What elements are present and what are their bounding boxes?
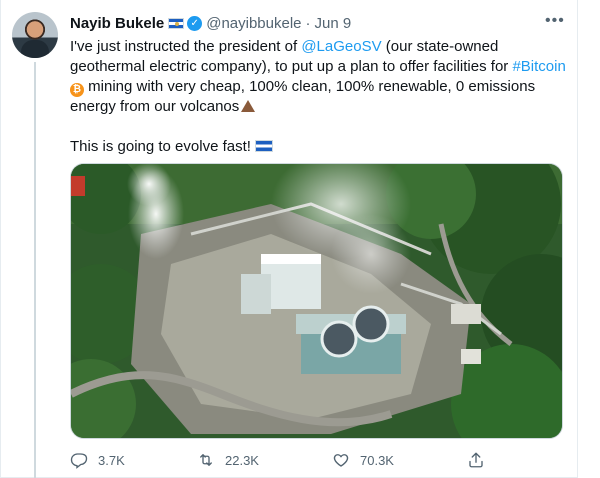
verified-badge-icon: ✓: [187, 15, 203, 31]
mention-link[interactable]: @LaGeoSV: [301, 38, 381, 55]
volcano-icon: [241, 100, 256, 112]
handle[interactable]: @nayibbukele: [206, 15, 301, 32]
tweet-text-part-3: mining with very cheap, 100% clean, 100%…: [70, 78, 536, 115]
geothermal-plant-photo: [71, 164, 562, 438]
share-button[interactable]: [467, 451, 495, 469]
tweet-date[interactable]: Jun 9: [315, 15, 352, 32]
tweet-paragraph-2: This is going to evolve fast!: [70, 137, 570, 157]
retweet-count: 22.3K: [225, 452, 259, 468]
display-name[interactable]: Nayib Bukele: [70, 15, 164, 32]
tweet-paragraph-1: I've just instructed the president of @L…: [70, 37, 570, 117]
avatar-figure: [21, 40, 49, 58]
el-salvador-flag-icon: [254, 140, 273, 152]
thread-line: [34, 62, 36, 478]
share-icon: [469, 452, 483, 468]
tweet-header: Nayib Bukele ✓ @nayibbukele · Jun 9: [70, 13, 351, 33]
tweet-text-part-1: I've just instructed the president of: [70, 38, 302, 55]
reply-button[interactable]: 3.7K: [70, 451, 125, 469]
retweet-button[interactable]: 22.3K: [197, 451, 259, 469]
left-border: [0, 0, 1, 478]
el-salvador-flag-icon: [168, 17, 185, 29]
reply-count: 3.7K: [98, 452, 125, 468]
bitcoin-icon: ₿: [70, 83, 84, 97]
more-icon[interactable]: •••: [545, 12, 565, 30]
tweet-text: I've just instructed the president of @L…: [70, 37, 570, 157]
heart-icon: [333, 454, 349, 467]
separator-dot: ·: [305, 14, 311, 32]
tweet-card[interactable]: Nayib Bukele ✓ @nayibbukele · Jun 9 ••• …: [0, 0, 600, 478]
tweet-actions: 3.7K 22.3K 70.3K: [70, 451, 500, 471]
like-button[interactable]: 70.3K: [332, 451, 394, 469]
reply-icon: [70, 453, 88, 469]
tweet-photo[interactable]: [70, 163, 563, 439]
avatar[interactable]: [12, 12, 58, 58]
tweet-text-line-2: This is going to evolve fast!: [70, 138, 251, 155]
like-count: 70.3K: [360, 452, 394, 468]
retweet-icon: [200, 454, 212, 466]
hashtag-link[interactable]: #Bitcoin: [512, 58, 565, 75]
right-border: [577, 0, 578, 478]
